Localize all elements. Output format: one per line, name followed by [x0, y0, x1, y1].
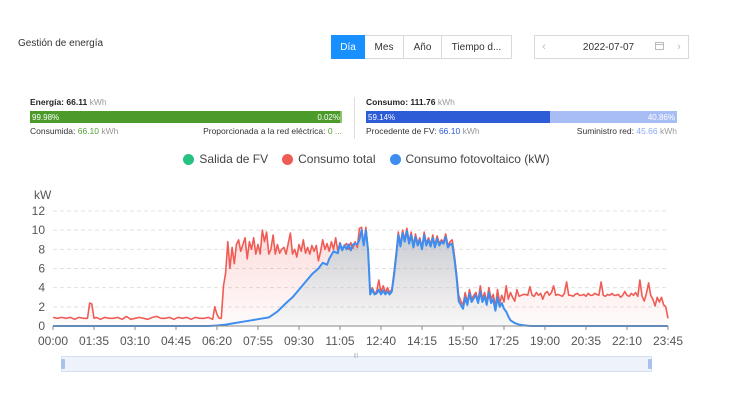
x-tick-label: 09:30 [284, 334, 314, 348]
zoom-handle-left[interactable] [61, 359, 65, 369]
x-tick-label: 22:10 [612, 334, 642, 348]
y-tick-label: 10 [32, 223, 46, 237]
x-tick-label: 12:40 [366, 334, 396, 348]
x-tick-label: 04:45 [161, 334, 191, 348]
y-axis-label: kW [34, 188, 52, 202]
x-tick-label: 11:05 [325, 334, 354, 348]
x-tick-label: 23:45 [653, 334, 683, 348]
zoom-grip-icon[interactable]: ||| [354, 354, 360, 359]
y-tick-label: 4 [38, 281, 45, 295]
y-tick-label: 12 [32, 204, 46, 218]
x-tick-label: 06:20 [202, 334, 232, 348]
x-tick-label: 03:10 [120, 334, 150, 348]
y-tick-label: 2 [38, 300, 45, 314]
x-tick-label: 19:00 [530, 334, 560, 348]
y-tick-label: 8 [38, 242, 45, 256]
x-tick-label: 20:35 [571, 334, 601, 348]
y-tick-label: 6 [38, 262, 45, 276]
y-tick-label: 0 [38, 319, 45, 333]
zoom-handle-right[interactable] [648, 359, 652, 369]
x-tick-label: 17:25 [489, 334, 519, 348]
x-tick-label: 01:35 [79, 334, 109, 348]
x-tick-label: 14:15 [407, 334, 437, 348]
power-chart: 0 2 4 6 8 10 12 kW 00:00 01:35 03:10 04:45 06:20 07:5… [32, 188, 684, 348]
x-tick-label: 00:00 [38, 334, 68, 348]
zoom-slider[interactable]: ||| [61, 354, 652, 372]
x-tick-label: 07:55 [243, 334, 273, 348]
x-tick-label: 15:50 [448, 334, 478, 348]
